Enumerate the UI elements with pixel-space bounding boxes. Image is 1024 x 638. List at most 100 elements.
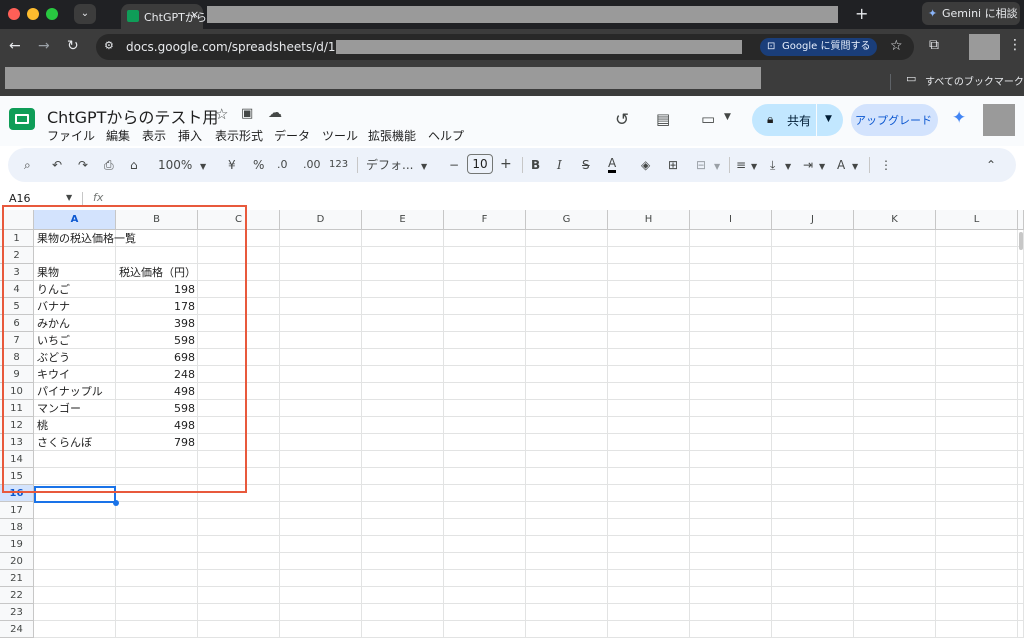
grid-cell[interactable]: [280, 519, 362, 536]
grid-cell[interactable]: [198, 536, 280, 553]
grid-cell[interactable]: [608, 281, 690, 298]
grid-cell[interactable]: [1018, 349, 1024, 366]
grid-cell[interactable]: [1018, 468, 1024, 485]
grid-cell[interactable]: [526, 400, 608, 417]
grid-cell[interactable]: [1018, 400, 1024, 417]
grid-cell[interactable]: [1018, 434, 1024, 451]
profile-avatar[interactable]: [969, 34, 1000, 60]
zoom-select[interactable]: 100%: [158, 157, 192, 173]
font-size-input[interactable]: 10: [467, 154, 493, 174]
grid-cell[interactable]: [362, 315, 444, 332]
merge-chevron-icon[interactable]: ▼: [714, 159, 720, 175]
grid-cell[interactable]: [936, 587, 1018, 604]
grid-cell[interactable]: [198, 502, 280, 519]
grid-cell[interactable]: [690, 502, 772, 519]
grid-cell[interactable]: [936, 519, 1018, 536]
gemini-sparkle-icon[interactable]: ✦: [952, 108, 966, 128]
grid-cell[interactable]: [936, 485, 1018, 502]
grid-cell[interactable]: [116, 536, 198, 553]
grid-cell[interactable]: [854, 519, 936, 536]
star-icon[interactable]: ☆: [215, 105, 228, 123]
grid-cell[interactable]: [362, 230, 444, 247]
grid-cell[interactable]: [280, 281, 362, 298]
grid-cell[interactable]: [362, 502, 444, 519]
percent-format-button[interactable]: %: [253, 157, 264, 173]
grid-cell[interactable]: [34, 519, 116, 536]
grid-cell[interactable]: [772, 366, 854, 383]
grid-cell[interactable]: [362, 604, 444, 621]
column-header-h[interactable]: H: [608, 210, 690, 230]
grid-cell[interactable]: [526, 281, 608, 298]
grid-cell[interactable]: [690, 400, 772, 417]
increase-decimal-button[interactable]: .00: [303, 157, 321, 173]
grid-cell[interactable]: [280, 230, 362, 247]
grid-cell[interactable]: [608, 400, 690, 417]
column-header-f[interactable]: F: [444, 210, 526, 230]
grid-cell[interactable]: [526, 434, 608, 451]
grid-cell[interactable]: [936, 451, 1018, 468]
grid-cell[interactable]: [936, 553, 1018, 570]
grid-cell[interactable]: [444, 383, 526, 400]
column-header-d[interactable]: D: [280, 210, 362, 230]
grid-cell[interactable]: [362, 519, 444, 536]
borders-icon[interactable]: ⊞: [668, 157, 678, 173]
grid-cell[interactable]: [280, 383, 362, 400]
grid-cell[interactable]: [690, 536, 772, 553]
grid-cell[interactable]: [854, 587, 936, 604]
grid-cell[interactable]: [362, 553, 444, 570]
grid-cell[interactable]: [854, 434, 936, 451]
meet-chevron-icon[interactable]: ▼: [724, 112, 731, 122]
grid-cell[interactable]: [198, 519, 280, 536]
row-header[interactable]: 21: [0, 570, 34, 587]
grid-cell[interactable]: [34, 502, 116, 519]
currency-format-button[interactable]: ¥: [228, 157, 236, 173]
minimize-window-button[interactable]: [27, 8, 39, 20]
grid-cell[interactable]: [444, 553, 526, 570]
fill-handle[interactable]: [113, 500, 119, 506]
grid-cell[interactable]: [690, 417, 772, 434]
grid-cell[interactable]: [280, 553, 362, 570]
grid-cell[interactable]: [690, 485, 772, 502]
grid-cell[interactable]: [444, 315, 526, 332]
grid-cell[interactable]: [280, 451, 362, 468]
grid-cell[interactable]: [280, 264, 362, 281]
grid-cell[interactable]: [34, 570, 116, 587]
row-header[interactable]: 22: [0, 587, 34, 604]
more-tools-icon[interactable]: ⋮: [880, 157, 892, 173]
grid-cell[interactable]: [608, 604, 690, 621]
grid-cell[interactable]: [854, 298, 936, 315]
grid-cell[interactable]: [854, 349, 936, 366]
maximize-window-button[interactable]: [46, 8, 58, 20]
grid-cell[interactable]: [936, 434, 1018, 451]
menu-format[interactable]: 表示形式: [215, 127, 263, 144]
grid-cell[interactable]: [362, 366, 444, 383]
grid-cell[interactable]: [444, 400, 526, 417]
grid-cell[interactable]: [690, 332, 772, 349]
grid-cell[interactable]: [690, 570, 772, 587]
grid-cell[interactable]: [772, 519, 854, 536]
grid-cell[interactable]: [526, 604, 608, 621]
grid-cell[interactable]: [1018, 604, 1024, 621]
grid-cell[interactable]: [444, 519, 526, 536]
grid-cell[interactable]: [608, 349, 690, 366]
grid-cell[interactable]: [690, 298, 772, 315]
grid-cell[interactable]: [772, 485, 854, 502]
grid-cell[interactable]: [1018, 536, 1024, 553]
grid-cell[interactable]: [280, 417, 362, 434]
grid-cell[interactable]: [280, 366, 362, 383]
grid-cell[interactable]: [362, 451, 444, 468]
grid-cell[interactable]: [280, 349, 362, 366]
grid-cell[interactable]: [34, 536, 116, 553]
grid-cell[interactable]: [444, 264, 526, 281]
print-icon[interactable]: ⎙: [104, 157, 114, 173]
grid-cell[interactable]: [690, 553, 772, 570]
fill-color-icon[interactable]: ◈: [641, 157, 650, 173]
grid-cell[interactable]: [936, 315, 1018, 332]
grid-cell[interactable]: [772, 468, 854, 485]
grid-cell[interactable]: [854, 451, 936, 468]
row-header[interactable]: 18: [0, 519, 34, 536]
grid-cell[interactable]: [34, 604, 116, 621]
grid-cell[interactable]: [526, 553, 608, 570]
increase-font-size-icon[interactable]: +: [500, 156, 512, 172]
menu-extensions[interactable]: 拡張機能: [368, 127, 416, 144]
